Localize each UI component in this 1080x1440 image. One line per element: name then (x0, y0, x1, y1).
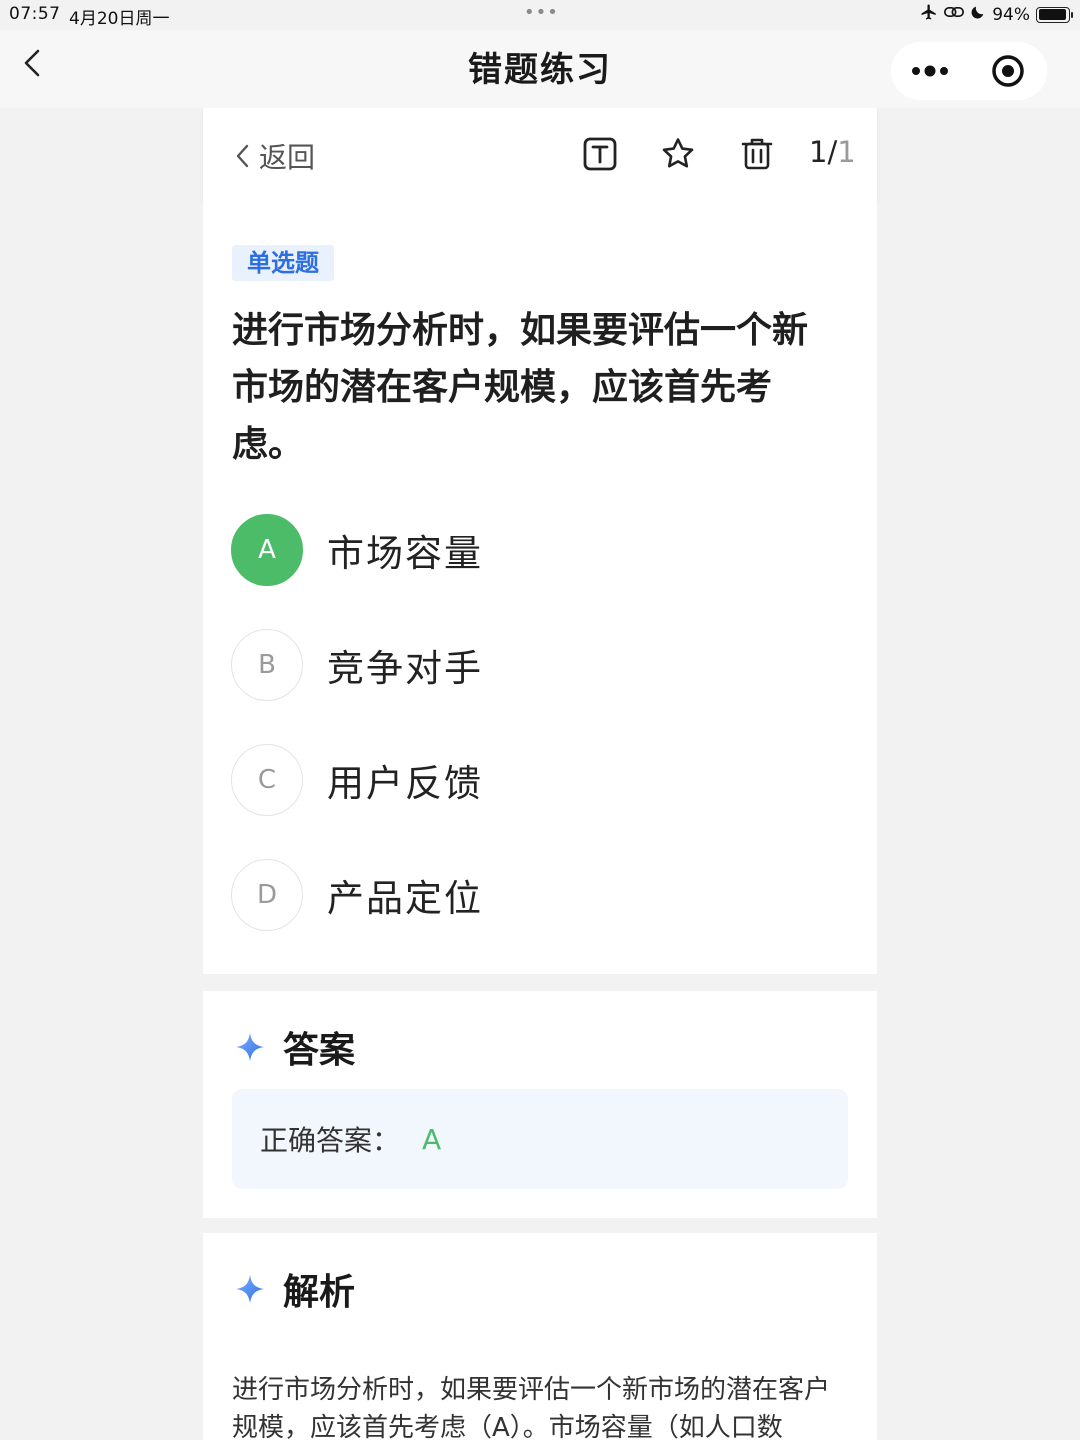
target-circle-icon (992, 55, 1024, 87)
battery-percent: 94% (992, 4, 1030, 25)
option-letter: A (231, 514, 303, 586)
option-a[interactable]: A 市场容量 (231, 514, 851, 586)
status-bar: 07:57 4月20日周一 ••• 94% (0, 0, 1080, 30)
trash-icon[interactable] (739, 136, 775, 172)
close-miniprogram-button[interactable] (969, 42, 1047, 100)
battery-fill (1038, 9, 1066, 20)
option-text: 用户反馈 (327, 762, 483, 805)
correct-answer-box: 正确答案： A (232, 1089, 848, 1189)
option-c[interactable]: C 用户反馈 (231, 744, 851, 816)
moon-icon (970, 4, 986, 25)
answer-section-title: 答案 (283, 1030, 356, 1071)
status-date: 4月20日周一 (69, 9, 170, 29)
analysis-card: 解析 进行市场分析时，如果要评估一个新市场的潜在客户规模，应该首先考虑（A）。市… (203, 1233, 877, 1440)
option-d[interactable]: D 产品定位 (231, 859, 851, 931)
correct-answer-value: A (422, 1122, 442, 1156)
sparkle-icon (236, 1275, 264, 1303)
airplane-icon (920, 3, 938, 26)
option-text: 产品定位 (327, 877, 483, 920)
question-text: 进行市场分析时，如果要评估一个新市场的潜在客户规模，应该首先考虑。 (232, 310, 809, 465)
counter-current: 1/ (809, 135, 838, 169)
question-counter: 1/1 (809, 135, 856, 169)
correct-answer-label: 正确答案： (260, 1124, 401, 1157)
link-icon (944, 4, 965, 25)
multitask-dots[interactable]: ••• (524, 2, 559, 23)
more-button[interactable] (891, 42, 969, 100)
analysis-text: 进行市场分析时，如果要评估一个新市场的潜在客户规模，应该首先考虑（A）。市场容量… (232, 1375, 831, 1440)
analysis-section-header: 解析 (235, 1263, 355, 1315)
question-toolbar: 返回 1/1 (203, 108, 877, 200)
star-icon[interactable] (660, 136, 696, 172)
analysis-section-title: 解析 (283, 1272, 356, 1313)
option-text: 竞争对手 (327, 647, 483, 690)
option-letter: C (231, 744, 303, 816)
more-dots-icon (912, 65, 948, 77)
option-b[interactable]: B 竞争对手 (231, 629, 851, 701)
option-letter: B (231, 629, 303, 701)
chevron-left-icon (236, 144, 249, 168)
return-button[interactable]: 返回 (233, 136, 315, 176)
option-letter: D (231, 859, 303, 931)
return-label: 返回 (259, 141, 316, 174)
miniprogram-capsule (891, 42, 1047, 100)
question-type-tag: 单选题 (232, 245, 334, 281)
answer-section-header: 答案 (235, 1021, 355, 1073)
status-time: 07:57 (9, 4, 61, 24)
counter-total: 1 (837, 135, 856, 169)
font-size-icon[interactable] (582, 136, 618, 172)
sparkle-icon (236, 1033, 264, 1061)
option-text: 市场容量 (327, 532, 483, 575)
status-indicators: 94% (920, 3, 1073, 26)
question-card: 单选题 进行市场分析时，如果要评估一个新市场的潜在客户规模，应该首先考虑。 A … (203, 200, 877, 974)
nav-bar: 错题练习 (0, 30, 1080, 108)
answer-card: 答案 正确答案： A (203, 991, 877, 1218)
battery-icon (1036, 6, 1073, 23)
